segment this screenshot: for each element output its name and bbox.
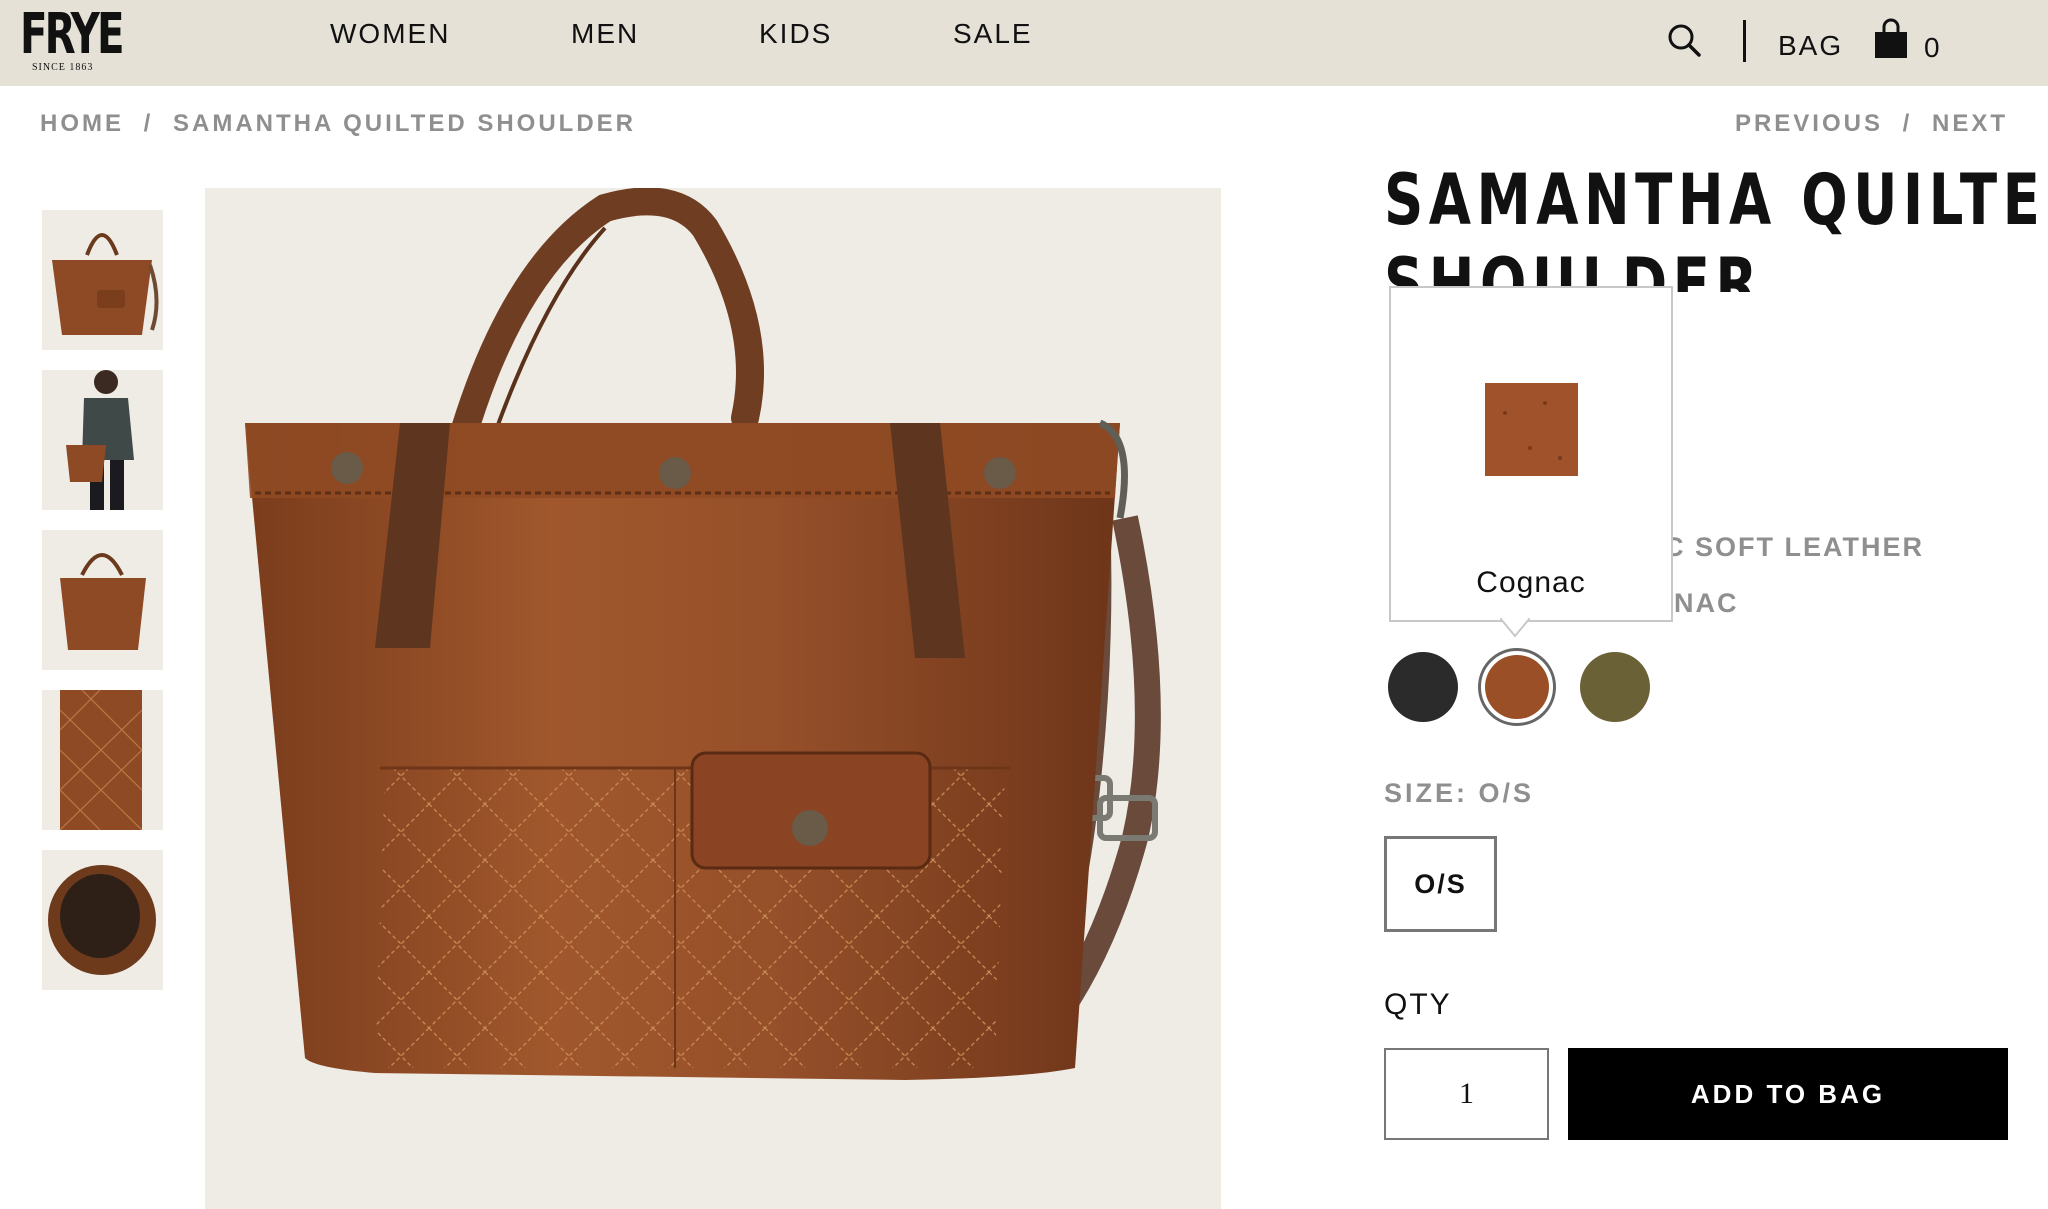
swatch-olive[interactable] (1576, 648, 1654, 726)
bag-front-thumb-image (52, 233, 159, 335)
product-title-line2: SHOULDER (1384, 243, 1763, 292)
swatch-cognac[interactable] (1478, 648, 1556, 726)
breadcrumb-current: SAMANTHA QUILTED SHOULDER (173, 110, 636, 137)
nav-kids[interactable]: KIDS (759, 18, 832, 50)
bag-link[interactable]: BAG (1778, 30, 1843, 62)
thumbnail-interior[interactable] (42, 850, 163, 990)
swatch-cognac-fill (1485, 655, 1549, 719)
bag-angle-thumb-image (60, 553, 146, 650)
thumbnail-angle[interactable] (42, 530, 163, 670)
logo-wordmark: FRYE (20, 2, 124, 67)
logo-since: SINCE 1863 (32, 62, 94, 73)
bag-interior-thumb-image (48, 865, 156, 975)
add-to-bag-button[interactable]: ADD TO BAG (1568, 1048, 2008, 1140)
shopping-bag-icon[interactable] (1872, 18, 1910, 60)
prev-next-nav: PREVIOUS / NEXT (1735, 110, 2008, 138)
leather-detail-thumb-image (59, 690, 143, 830)
breadcrumb-separator: / (143, 110, 154, 137)
breadcrumb-home[interactable]: HOME (40, 110, 124, 137)
model-thumb-image (66, 370, 134, 510)
swatch-black-fill (1388, 652, 1458, 722)
swatch-olive-fill (1580, 652, 1650, 722)
size-label: SIZE: O/S (1384, 778, 1535, 808)
nav-sale[interactable]: SALE (953, 18, 1033, 50)
tooltip-swatch-image (1485, 383, 1578, 476)
color-visible-part: NAC (1674, 588, 1739, 618)
product-title-line1: SAMANTHA QUILTED (1384, 159, 2048, 241)
main-product-image[interactable] (205, 188, 1221, 1209)
breadcrumb: HOME / SAMANTHA QUILTED SHOULDER (40, 110, 636, 138)
next-link[interactable]: NEXT (1932, 110, 2008, 137)
header-divider (1743, 20, 1746, 62)
material-visible-part: C SOFT LEATHER (1664, 532, 1924, 562)
swatch-black[interactable] (1384, 648, 1462, 726)
size-option-os[interactable]: O/S (1384, 836, 1497, 932)
top-navigation-bar: FRYE SINCE 1863 WOMEN MEN KIDS SALE BAG … (0, 0, 2048, 86)
previous-link[interactable]: PREVIOUS (1735, 110, 1883, 137)
search-icon[interactable] (1666, 22, 1702, 58)
color-tooltip: Cognac (1389, 286, 1673, 622)
tooltip-label: Cognac (1476, 566, 1586, 599)
qty-input[interactable] (1384, 1048, 1549, 1140)
thumbnail-front[interactable] (42, 210, 163, 350)
thumbnail-detail[interactable] (42, 690, 163, 830)
nav-men[interactable]: MEN (571, 18, 639, 50)
handbag-illustration (245, 188, 1161, 1080)
qty-label: QTY (1384, 988, 1452, 1021)
frye-logo[interactable]: FRYE SINCE 1863 (20, 4, 124, 76)
tooltip-arrow (1500, 618, 1530, 638)
product-title: SAMANTHA QUILTED SHOULDER (1384, 158, 2048, 292)
thumbnail-model[interactable] (42, 370, 163, 510)
prev-next-separator: / (1902, 110, 1913, 137)
nav-women[interactable]: WOMEN (330, 18, 450, 50)
bag-count: 0 (1924, 32, 1940, 63)
